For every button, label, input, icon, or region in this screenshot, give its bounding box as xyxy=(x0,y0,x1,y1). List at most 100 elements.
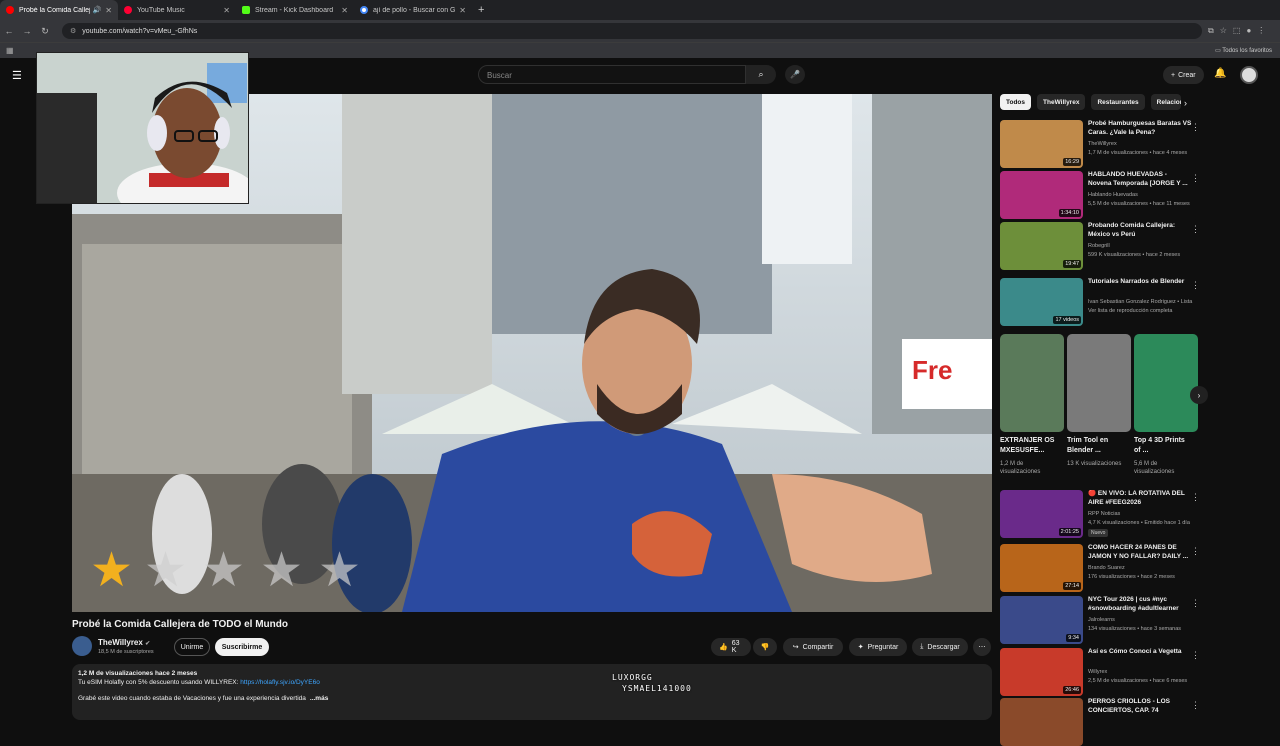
recommendation-title[interactable]: HABLANDO HUEVADAS - Novena Temporada [JO… xyxy=(1088,171,1192,188)
recommendation-title[interactable]: NYC Tour 2026 | cus #nyc #snowboarding #… xyxy=(1088,596,1192,613)
bookmark-star-icon[interactable]: ☆ xyxy=(1220,26,1227,36)
channel-avatar[interactable] xyxy=(72,636,92,656)
shorts-next-button[interactable]: › xyxy=(1190,386,1208,404)
video-thumbnail[interactable]: 2:01:25 xyxy=(1000,490,1083,538)
recommendation-channel[interactable]: TheWillyrex xyxy=(1088,141,1200,147)
show-more-link[interactable]: ...más xyxy=(310,695,328,702)
reload-icon[interactable]: ↻ xyxy=(36,26,54,37)
recommendation-channel[interactable]: Jalrolearns xyxy=(1088,617,1200,623)
close-tab-icon[interactable]: ✕ xyxy=(223,6,230,15)
create-button[interactable]: + Crear xyxy=(1163,66,1204,84)
profile-icon[interactable]: ● xyxy=(1246,26,1251,36)
video-thumbnail[interactable]: 27:14 xyxy=(1000,544,1083,592)
more-actions-button[interactable]: ⋯ xyxy=(973,638,991,656)
search-button[interactable]: ⌕ xyxy=(746,65,776,84)
all-bookmarks-folder[interactable]: ▭ Todos los favoritos xyxy=(1215,47,1272,54)
recommendation-channel[interactable]: Hablando Huevadas xyxy=(1088,192,1200,198)
recommendation-item[interactable]: 19:47 Probando Comida Callejera: México v… xyxy=(1000,222,1200,270)
new-tab-icon[interactable]: + xyxy=(478,4,484,16)
description-link[interactable]: https://holafly.sjv.io/DyYE6o xyxy=(240,679,320,686)
recommendation-channel[interactable]: Willyrex xyxy=(1088,669,1200,675)
more-options-icon[interactable]: ⋮ xyxy=(1191,173,1200,184)
browser-tab[interactable]: Stream - Kick Dashboard ✕ xyxy=(236,0,354,20)
more-options-icon[interactable]: ⋮ xyxy=(1191,492,1200,503)
voice-search-button[interactable]: 🎤 xyxy=(785,65,805,84)
close-tab-icon[interactable]: ✕ xyxy=(459,6,466,15)
install-icon[interactable]: ⧉ xyxy=(1208,26,1214,36)
video-thumbnail[interactable]: 26:46 xyxy=(1000,648,1083,696)
chip-related[interactable]: Relaciona xyxy=(1150,94,1181,110)
recommendation-item[interactable]: PERROS CRIOLLOS - LOS CONCIERTOS, CAP. 7… xyxy=(1000,698,1200,746)
video-thumbnail[interactable]: 9:34 xyxy=(1000,596,1083,644)
recommendation-channel[interactable]: Brando Suarez xyxy=(1088,565,1200,571)
recommendation-title[interactable]: Probando Comida Callejera: México vs Per… xyxy=(1088,222,1192,239)
hamburger-menu-icon[interactable]: ☰ xyxy=(12,69,22,82)
recommendation-item[interactable]: 26:46 Así es Cómo Conocí a Vegetta Willyre… xyxy=(1000,648,1200,696)
short-title[interactable]: EXTRANJER OS MXESUSFE... xyxy=(1000,436,1056,456)
url-field[interactable]: ⚙ youtube.com/watch?v=vMeu_-GfhNs xyxy=(62,23,1202,39)
share-button[interactable]: ↪ Compartir xyxy=(783,638,843,656)
browser-menu-icon[interactable]: ⋮ xyxy=(1257,26,1265,36)
channel-name[interactable]: TheWillyrex ✔ xyxy=(98,638,150,647)
recommendation-item[interactable]: 27:14 COMO HACER 24 PANES DE JAMON Y NO F… xyxy=(1000,544,1200,592)
more-options-icon[interactable]: ⋮ xyxy=(1191,224,1200,235)
search-input[interactable]: Buscar xyxy=(478,65,746,84)
recommendation-channel[interactable]: Robegrill xyxy=(1088,243,1200,249)
recommendation-title[interactable]: Probé Hamburguesas Baratas VS Caras. ¿Va… xyxy=(1088,120,1192,137)
video-thumbnail[interactable] xyxy=(1000,698,1083,746)
short-thumbnail[interactable] xyxy=(1067,334,1131,432)
video-thumbnail[interactable]: 19:47 xyxy=(1000,222,1083,270)
chip-restaurantes[interactable]: Restaurantes xyxy=(1091,94,1145,110)
recommendation-channel[interactable]: Ivan Sebastian Gonzalez Rodriguez • List… xyxy=(1088,299,1200,305)
more-options-icon[interactable]: ⋮ xyxy=(1191,598,1200,609)
video-thumbnail[interactable]: 16:29 xyxy=(1000,120,1083,168)
recommendation-title[interactable]: PERROS CRIOLLOS - LOS CONCIERTOS, CAP. 7… xyxy=(1088,698,1192,715)
more-options-icon[interactable]: ⋮ xyxy=(1191,546,1200,557)
recommendation-item[interactable]: 17 videos Tutoriales Narrados de Blender I… xyxy=(1000,278,1200,326)
chevron-right-icon[interactable]: › xyxy=(1184,98,1187,108)
description-box[interactable]: 1,2 M de visualizaciones hace 2 meses Tu… xyxy=(72,664,992,720)
short-title[interactable]: Top 4 3D Prints of ... xyxy=(1134,436,1190,456)
more-options-icon[interactable]: ⋮ xyxy=(1191,280,1200,291)
apps-grid-icon[interactable]: ▦ xyxy=(6,46,14,55)
short-title[interactable]: Trim Tool en Blender ... xyxy=(1067,436,1123,456)
recommendation-title[interactable]: Tutoriales Narrados de Blender xyxy=(1088,278,1192,287)
recommendation-title[interactable]: Así es Cómo Conocí a Vegetta xyxy=(1088,648,1192,657)
like-button[interactable]: 👍 63 K xyxy=(711,638,751,656)
chip-all[interactable]: Todos xyxy=(1000,94,1032,110)
close-tab-icon[interactable]: ✕ xyxy=(341,6,348,15)
recommendation-title[interactable]: 🔴 EN VIVO: LA ROTATIVA DEL AIRE #FEEG202… xyxy=(1088,490,1192,507)
recommendation-item[interactable]: 1:34:10 HABLANDO HUEVADAS - Novena Tempor… xyxy=(1000,171,1200,219)
more-options-icon[interactable]: ⋮ xyxy=(1191,700,1200,711)
thumbs-up-icon: 👍 xyxy=(719,644,728,651)
more-options-icon[interactable]: ⋮ xyxy=(1191,650,1200,661)
short-thumbnail[interactable] xyxy=(1134,334,1198,432)
extensions-icon[interactable]: ⬚ xyxy=(1233,26,1241,36)
ask-button[interactable]: ✦ Preguntar xyxy=(849,638,907,656)
browser-tab[interactable]: YouTube Music ✕ xyxy=(118,0,236,20)
subscribe-button[interactable]: Suscribirme xyxy=(215,638,269,656)
site-info-icon[interactable]: ⚙ xyxy=(70,27,76,35)
download-button[interactable]: ⤓ Descargar xyxy=(912,638,968,656)
browser-tab[interactable]: ají de pollo - Buscar con Google ✕ xyxy=(354,0,472,20)
dislike-button[interactable]: 👎 xyxy=(753,638,777,656)
recommendation-item[interactable]: 2:01:25 🔴 EN VIVO: LA ROTATIVA DEL AIRE #… xyxy=(1000,490,1200,538)
recommendation-item[interactable]: 9:34 NYC Tour 2026 | cus #nyc #snowboardi… xyxy=(1000,596,1200,644)
more-options-icon[interactable]: ⋮ xyxy=(1191,122,1200,133)
short-views: 5,6 M de visualizaciones xyxy=(1134,461,1175,475)
back-icon[interactable]: ← xyxy=(0,26,18,36)
recommendation-title[interactable]: COMO HACER 24 PANES DE JAMON Y NO FALLAR… xyxy=(1088,544,1192,561)
recommendation-channel[interactable]: RPP Noticias xyxy=(1088,511,1200,517)
close-tab-icon[interactable]: ✕ xyxy=(105,6,112,15)
chip-thewillyrex[interactable]: TheWillyrex xyxy=(1037,94,1086,110)
notifications-bell-icon[interactable]: 🔔 xyxy=(1214,68,1226,79)
short-thumbnail[interactable] xyxy=(1000,334,1064,432)
user-avatar[interactable] xyxy=(1240,66,1258,84)
join-button[interactable]: Unirme xyxy=(174,638,210,656)
video-thumbnail[interactable]: 1:34:10 xyxy=(1000,171,1083,219)
short-views: 1,2 M de visualizaciones xyxy=(1000,461,1041,475)
forward-icon[interactable]: → xyxy=(18,26,36,36)
browser-tab[interactable]: Probé la Comida Callejera d 🔊 ✕ xyxy=(0,0,118,20)
recommendation-item[interactable]: 16:29 Probé Hamburguesas Baratas VS Caras… xyxy=(1000,120,1200,168)
video-thumbnail[interactable]: 17 videos xyxy=(1000,278,1083,326)
